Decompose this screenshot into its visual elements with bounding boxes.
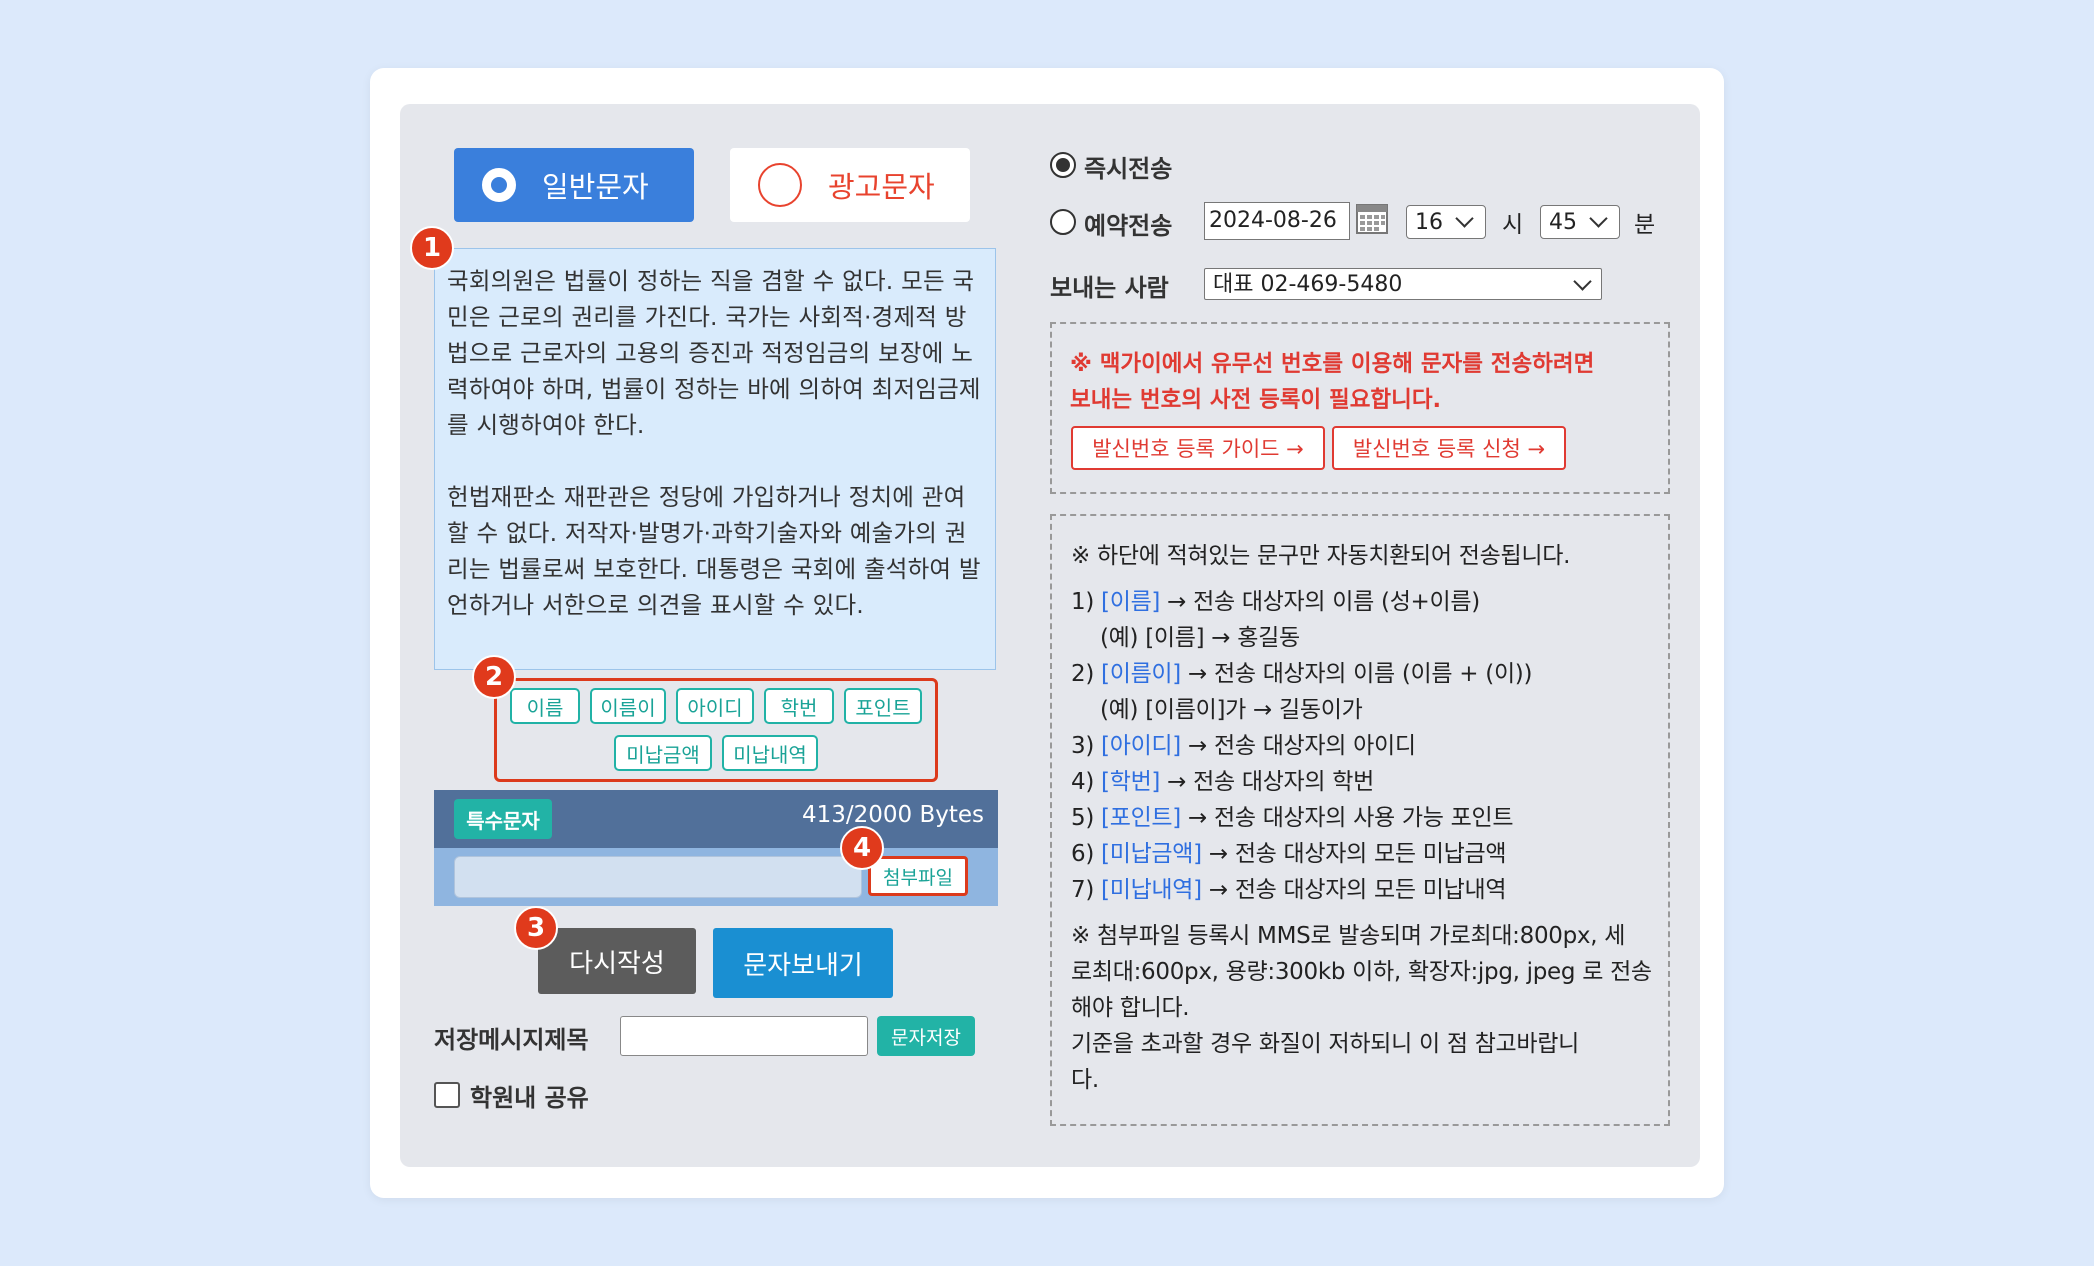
info-header: ※ 하단에 적혀있는 문구만 자동치환되어 전송됩니다.	[1071, 543, 1571, 569]
info-item-7: 7) [미납내역] → 전송 대상자의 모든 미납내역	[1071, 872, 1506, 908]
tag-name[interactable]: 이름	[510, 688, 580, 724]
tag-unpaid-details[interactable]: 미납내역	[722, 735, 818, 771]
checkbox-icon[interactable]	[434, 1082, 460, 1108]
info-var: [아이디]	[1101, 733, 1181, 759]
info-desc: → 전송 대상자의 학번	[1167, 769, 1375, 795]
info-desc: → 전송 대상자의 모든 미납금액	[1208, 841, 1507, 867]
hour-value: 16	[1415, 210, 1443, 235]
info-num: 5)	[1071, 805, 1095, 831]
special-chars-button[interactable]: 특수문자	[454, 799, 552, 839]
tag-student-number[interactable]: 학번	[764, 688, 834, 724]
attach-note-line: 해야 합니다.	[1071, 995, 1190, 1021]
immediate-radio[interactable]	[1050, 152, 1076, 178]
info-item-3: 3) [아이디] → 전송 대상자의 아이디	[1071, 728, 1416, 764]
ad-message-button[interactable]: 광고문자	[730, 148, 970, 222]
reset-button[interactable]: 다시작성	[538, 928, 696, 994]
sender-value: 대표 02-469-5480	[1213, 272, 1403, 297]
minute-select[interactable]: 45	[1540, 205, 1620, 239]
info-num: 4)	[1071, 769, 1095, 795]
info-desc: → 전송 대상자의 모든 미납내역	[1208, 877, 1507, 903]
attach-note-line: 다.	[1071, 1067, 1099, 1093]
normal-message-label: 일반문자	[542, 170, 649, 204]
attach-file-input[interactable]	[454, 856, 862, 898]
attach-note-line: 기준을 초과할 경우 화질이 저하되니 이 점 참고바랍니	[1071, 1031, 1579, 1057]
attach-file-button[interactable]: 첨부파일	[868, 856, 968, 896]
info-var: [이름]	[1101, 589, 1161, 615]
radio-checked-icon	[482, 168, 516, 202]
info-desc: → 전송 대상자의 이름 (성+이름)	[1167, 589, 1480, 615]
info-item-1: 1) [이름] → 전송 대상자의 이름 (성+이름)	[1071, 584, 1480, 620]
radio-unchecked-icon	[758, 163, 802, 207]
info-desc: → 전송 대상자의 아이디	[1187, 733, 1416, 759]
calendar-icon[interactable]	[1356, 204, 1388, 234]
info-num: 3)	[1071, 733, 1095, 759]
normal-message-button[interactable]: 일반문자	[454, 148, 694, 222]
info-var: [포인트]	[1101, 805, 1181, 831]
step-badge-2: 2	[472, 655, 516, 699]
step-badge-4: 4	[840, 826, 884, 870]
info-num: 7)	[1071, 877, 1095, 903]
immediate-label: 즉시전송	[1084, 155, 1173, 183]
info-var: [학번]	[1101, 769, 1161, 795]
minute-unit: 분	[1634, 212, 1656, 238]
info-var: [미납금액]	[1101, 841, 1202, 867]
tag-id[interactable]: 아이디	[676, 688, 754, 724]
tag-name-i[interactable]: 이름이	[590, 688, 666, 724]
scheduled-label: 예약전송	[1084, 212, 1173, 240]
message-textarea[interactable]: 국회의원은 법률이 정하는 직을 겸할 수 없다. 모든 국민은 근로의 권리를…	[434, 248, 996, 670]
sender-label: 보내는 사람	[1050, 274, 1169, 302]
attach-note-line: ※ 첨부파일 등록시 MMS로 발송되며 가로최대:800px, 세	[1071, 923, 1626, 949]
schedule-date-input[interactable]: 2024-08-26	[1204, 202, 1350, 240]
share-label: 학원내 공유	[470, 1084, 589, 1112]
minute-value: 45	[1549, 210, 1577, 235]
info-num: 6)	[1071, 841, 1095, 867]
attach-note-line: 로최대:600px, 용량:300kb 이하, 확장자:jpg, jpeg 로 …	[1071, 959, 1652, 985]
scheduled-radio[interactable]	[1050, 209, 1076, 235]
step-badge-1: 1	[410, 226, 454, 270]
save-title-input[interactable]	[620, 1016, 868, 1056]
register-apply-button[interactable]: 발신번호 등록 신청 →	[1332, 426, 1566, 470]
tag-unpaid-amount[interactable]: 미납금액	[614, 735, 712, 771]
info-num: 1)	[1071, 589, 1095, 615]
send-message-button[interactable]: 문자보내기	[713, 928, 893, 998]
info-desc: → 전송 대상자의 이름 (이름 + (이))	[1187, 661, 1533, 687]
info-desc: → 전송 대상자의 사용 가능 포인트	[1187, 805, 1514, 831]
save-title-label: 저장메시지제목	[434, 1026, 589, 1054]
info-item-5: 5) [포인트] → 전송 대상자의 사용 가능 포인트	[1071, 800, 1514, 836]
warning-line-2: 보내는 번호의 사전 등록이 필요합니다.	[1070, 387, 1442, 413]
attach-note: ※ 첨부파일 등록시 MMS로 발송되며 가로최대:800px, 세 로최대:6…	[1071, 918, 1652, 1098]
info-example-1: (예) [이름] → 홍길동	[1100, 625, 1300, 651]
sender-select[interactable]: 대표 02-469-5480	[1204, 268, 1602, 300]
info-item-4: 4) [학번] → 전송 대상자의 학번	[1071, 764, 1374, 800]
info-num: 2)	[1071, 661, 1095, 687]
hour-select[interactable]: 16	[1406, 205, 1486, 239]
info-item-2: 2) [이름이] → 전송 대상자의 이름 (이름 + (이))	[1071, 656, 1532, 692]
step-badge-3: 3	[514, 906, 558, 950]
ad-message-label: 광고문자	[828, 170, 935, 204]
byte-counter: 413/2000 Bytes	[801, 802, 984, 828]
info-item-6: 6) [미납금액] → 전송 대상자의 모든 미납금액	[1071, 836, 1506, 872]
warning-line-1: ※ 맥가이에서 유무선 번호를 이용해 문자를 전송하려면	[1070, 351, 1595, 377]
save-message-button[interactable]: 문자저장	[877, 1016, 975, 1056]
tag-point[interactable]: 포인트	[844, 688, 922, 724]
info-var: [미납내역]	[1101, 877, 1202, 903]
hour-unit: 시	[1502, 212, 1524, 238]
info-var: [이름이]	[1101, 661, 1181, 687]
info-example-2: (예) [이름이]가 → 길동이가	[1100, 697, 1363, 723]
register-guide-button[interactable]: 발신번호 등록 가이드 →	[1071, 426, 1325, 470]
sender-warning-text: ※ 맥가이에서 유무선 번호를 이용해 문자를 전송하려면 보내는 번호의 사전…	[1070, 346, 1594, 418]
